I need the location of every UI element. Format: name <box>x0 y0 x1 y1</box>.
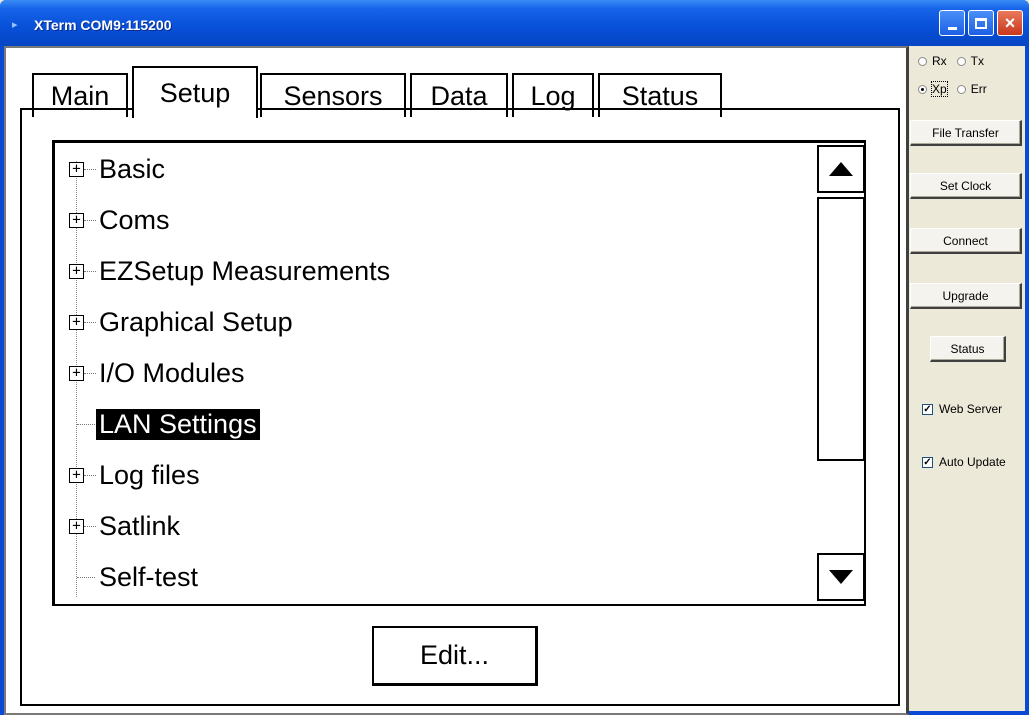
tree-item-label: Graphical Setup <box>99 306 293 337</box>
file-transfer-button[interactable]: File Transfer <box>910 120 1022 146</box>
tree-item-label: EZSetup Measurements <box>99 255 391 286</box>
minimize-icon <box>947 26 957 30</box>
tree-connector <box>84 219 96 221</box>
tab-setup[interactable]: Setup <box>132 66 258 118</box>
connect-button[interactable]: Connect <box>910 228 1022 254</box>
tree-item-label: I/O Modules <box>99 357 245 388</box>
radio-tx-label: Tx <box>970 54 985 68</box>
radio-err-label: Err <box>970 82 987 96</box>
maximize-icon <box>975 17 987 29</box>
radio-rx[interactable] <box>918 56 927 66</box>
status-button[interactable]: Status <box>930 336 1006 362</box>
auto-update-option[interactable]: ✓ Auto Update <box>922 455 1006 469</box>
tree-connector <box>77 576 95 578</box>
auto-update-checkbox[interactable]: ✓ <box>922 456 933 468</box>
web-server-label: Web Server <box>939 402 1003 416</box>
window-title: XTerm COM9:115200 <box>34 17 172 33</box>
radio-row-rx-tx: Rx Tx <box>918 54 994 68</box>
scroll-up-button[interactable] <box>817 145 864 193</box>
radio-xp-label: Xp <box>931 81 948 97</box>
expand-icon[interactable]: + <box>69 161 84 177</box>
maximize-button[interactable] <box>968 10 994 36</box>
arrow-down-icon <box>829 570 853 584</box>
expand-icon[interactable]: + <box>69 365 84 381</box>
expand-icon[interactable]: + <box>69 467 84 483</box>
tree-connector <box>84 372 96 374</box>
tree-connector <box>84 474 96 476</box>
setup-panel: + Basic + Coms + EZSetup Measurements + … <box>20 108 900 706</box>
web-server-option[interactable]: ✓ Web Server <box>922 402 1002 416</box>
edit-button[interactable]: Edit... <box>372 626 538 686</box>
close-icon: × <box>1004 13 1016 33</box>
tree-item-label-selected: LAN Settings <box>96 408 260 440</box>
side-panel: Rx Tx Xp Err File Transfer Set Clock Con… <box>910 46 1025 711</box>
expand-icon[interactable]: + <box>69 212 84 228</box>
web-server-checkbox[interactable]: ✓ <box>922 403 933 415</box>
tree-connector <box>84 168 96 170</box>
upgrade-button[interactable]: Upgrade <box>910 283 1022 309</box>
tree-item-label: Log files <box>99 459 200 490</box>
auto-update-label: Auto Update <box>939 455 1006 469</box>
tree-connector <box>84 270 96 272</box>
setup-tree[interactable]: + Basic + Coms + EZSetup Measurements + … <box>52 140 866 606</box>
expand-icon[interactable]: + <box>69 263 84 279</box>
radio-rx-label: Rx <box>932 54 947 68</box>
tree-item-label: Self-test <box>99 561 199 592</box>
scrollbar-thumb[interactable] <box>817 197 864 461</box>
device-screen: Main Setup Sensors Data Log Status + Bas… <box>4 46 909 715</box>
radio-tx[interactable] <box>956 56 966 66</box>
radio-row-xp-err: Xp Err <box>918 81 997 97</box>
radio-xp[interactable] <box>918 84 927 94</box>
tree-connector <box>77 423 95 425</box>
expand-icon[interactable]: + <box>69 518 84 534</box>
app-window: ▸ XTerm COM9:115200 × Main Setup Sensors… <box>0 0 1029 715</box>
arrow-up-icon <box>829 162 853 176</box>
app-icon: ▸ <box>12 19 18 31</box>
expand-icon[interactable]: + <box>69 314 84 330</box>
tree-item-label: Basic <box>99 153 166 184</box>
title-bar[interactable]: ▸ XTerm COM9:115200 × <box>0 0 1029 46</box>
tree-connector <box>84 321 96 323</box>
radio-err[interactable] <box>956 84 966 94</box>
minimize-button[interactable] <box>939 10 965 36</box>
client-area: Main Setup Sensors Data Log Status + Bas… <box>4 46 1025 715</box>
set-clock-button[interactable]: Set Clock <box>910 173 1022 199</box>
tree-connector <box>84 525 96 527</box>
scroll-down-button[interactable] <box>817 553 864 601</box>
tree-item-label: Coms <box>99 204 170 235</box>
close-button[interactable]: × <box>997 10 1023 36</box>
tree-item-label: Satlink <box>99 510 181 541</box>
